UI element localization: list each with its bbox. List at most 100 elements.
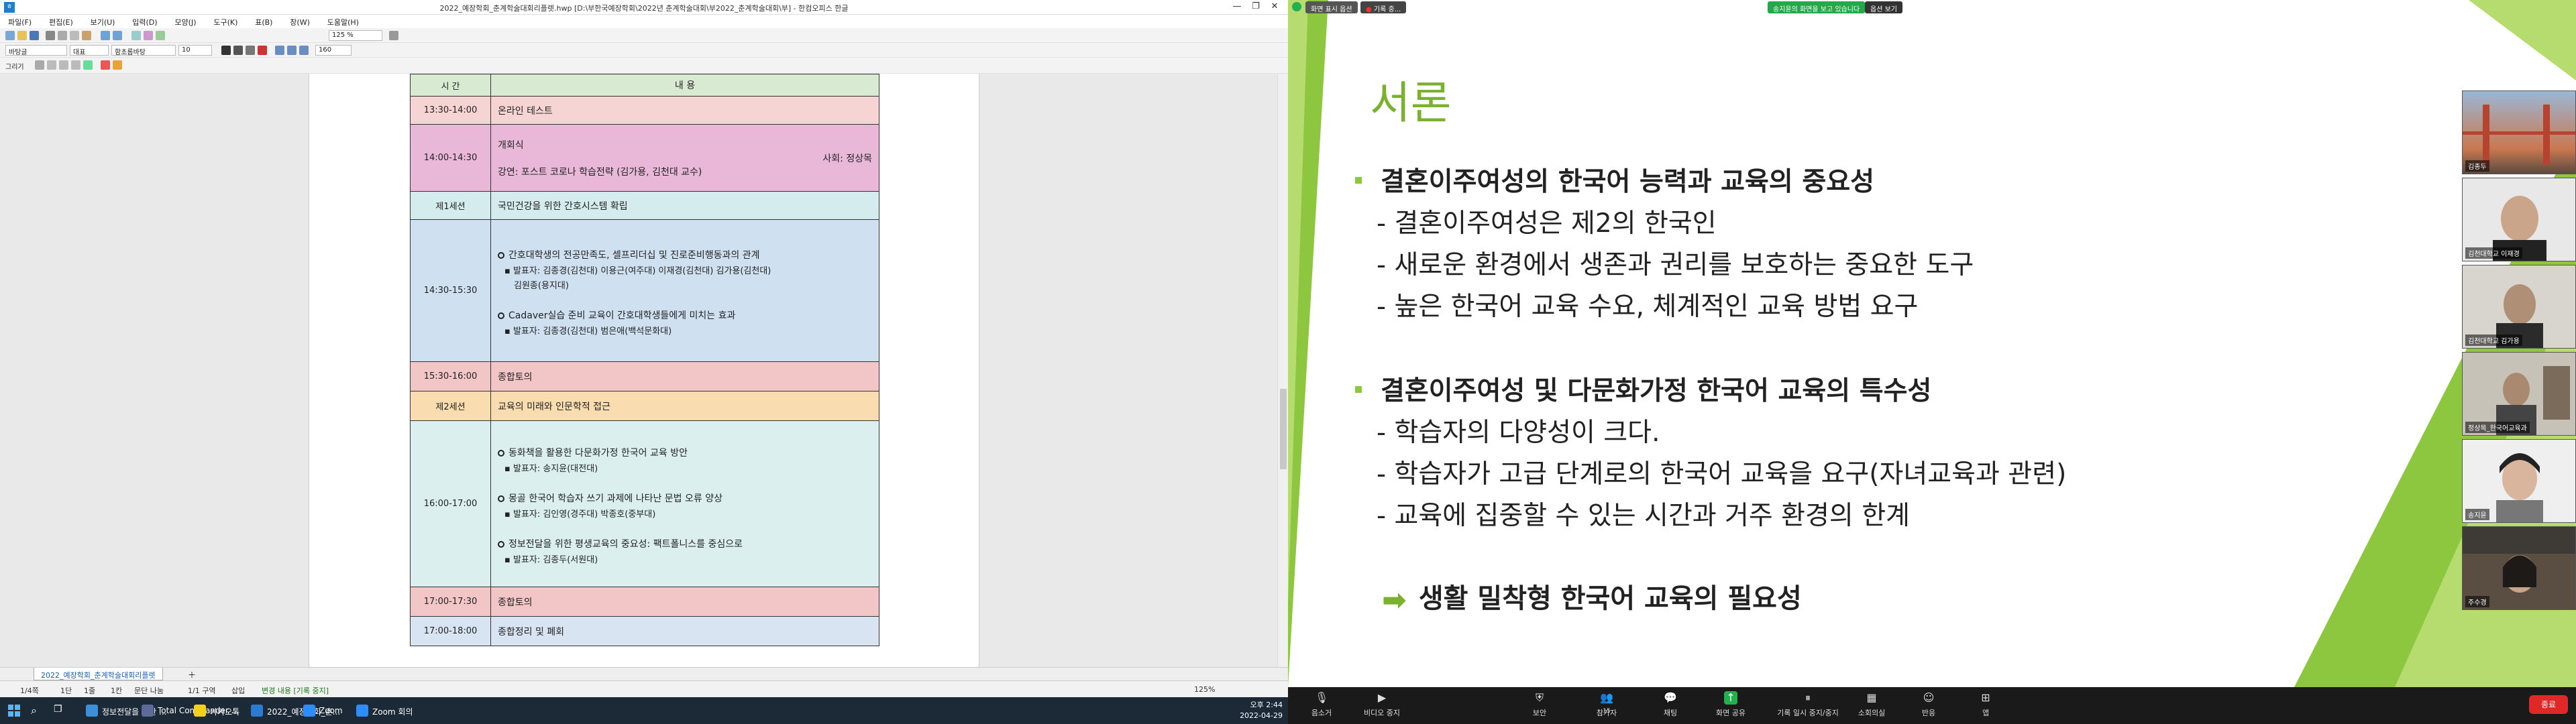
recording-indicator[interactable]: ● 기록 중... xyxy=(1360,1,1407,13)
font-size-dropdown[interactable]: 10 xyxy=(178,45,212,56)
opening-title: 개회식 xyxy=(498,139,524,151)
zoom-meeting-icon xyxy=(356,705,368,717)
video-tile[interactable]: 김천대학교 이재경 xyxy=(2462,178,2576,261)
fill-color-icon[interactable] xyxy=(101,60,110,70)
slide-heading-1: 결혼이주여성의 한국어 능력과 교육의 중요성 xyxy=(1355,161,1874,198)
status-page: 1/4쪽 xyxy=(20,686,39,695)
video-tile[interactable]: 김종두 xyxy=(2462,90,2576,174)
textbox-icon[interactable] xyxy=(83,60,93,70)
shield-icon[interactable] xyxy=(1292,2,1301,11)
taskbar: ⌕ ❐ 정보전달을 위한 ... Total Commander ... 카카오… xyxy=(0,697,1288,724)
minimize-icon[interactable]: — xyxy=(1228,1,1246,13)
talk-item: Cadaver실습 준비 교육이 간호대학생들에게 미치는 효과 xyxy=(498,308,872,322)
sheet-tabs: 2022_예장학회_춘계학술대회리플렛 ＋ xyxy=(0,667,1288,680)
menu-tools[interactable]: 도구(K) xyxy=(205,15,244,27)
menu-insert[interactable]: 입력(D) xyxy=(124,15,164,27)
table-icon[interactable] xyxy=(131,31,141,40)
end-meeting-button[interactable]: 종료 xyxy=(2529,695,2568,714)
apps-button[interactable]: ⊞ 앱 xyxy=(1952,690,2019,722)
zoom-control-bar: 🎙 음소거 ▶ 비디오 중지 ⛨ 보안 👥15 참가자 💬 채팅 ↑ 화면 공유 ⏸ 기록 일… xyxy=(1288,687,2576,724)
ellipse-icon[interactable] xyxy=(59,60,68,70)
print-icon[interactable] xyxy=(46,31,55,40)
image-icon[interactable] xyxy=(144,31,153,40)
row-content: 종합토의 xyxy=(490,587,879,617)
line-spacing-dropdown[interactable]: 160 xyxy=(315,45,352,56)
chat-button[interactable]: 💬 채팅 xyxy=(1637,690,1704,722)
taskbar-item[interactable]: 카카오톡 xyxy=(190,703,244,719)
vertical-scrollbar[interactable] xyxy=(1277,74,1288,667)
align-left-icon[interactable] xyxy=(275,46,284,55)
circle-bullet-icon xyxy=(498,251,504,259)
add-tab-icon[interactable]: ＋ xyxy=(188,669,196,680)
view-options-dropdown[interactable]: 옵션 보기 xyxy=(1865,1,1902,13)
zoom-window: 서론 결혼이주여성의 한국어 능력과 교육의 중요성 - 결혼이주여성은 제2의… xyxy=(1288,0,2576,724)
participants-button[interactable]: 👥15 참가자 xyxy=(1573,690,1640,722)
windows-start-icon[interactable] xyxy=(8,705,20,717)
arc-icon[interactable] xyxy=(71,60,80,70)
italic-icon[interactable] xyxy=(233,46,243,55)
line-icon[interactable] xyxy=(35,60,44,70)
clock[interactable]: 오후 2:44 2022-04-29 xyxy=(1240,700,1283,721)
close-icon[interactable]: ✕ xyxy=(1265,1,1284,13)
cut-icon[interactable] xyxy=(58,31,67,40)
menu-edit[interactable]: 편집(E) xyxy=(41,15,80,27)
font-color-icon[interactable] xyxy=(258,46,267,55)
style-dropdown[interactable]: 바탕글 xyxy=(5,45,67,56)
video-tile[interactable]: 송지윤 xyxy=(2462,439,2576,523)
menu-table[interactable]: 표(B) xyxy=(247,15,279,27)
header-content: 내 용 xyxy=(490,74,879,97)
opening-host: 사회: 정상목 xyxy=(822,153,872,164)
redo-icon[interactable] xyxy=(113,31,122,40)
menu-window[interactable]: 창(W) xyxy=(282,15,317,27)
open-icon[interactable] xyxy=(17,31,27,40)
menu-format[interactable]: 모양(J) xyxy=(166,15,203,27)
security-button[interactable]: ⛨ 보안 xyxy=(1506,690,1573,722)
talk-item: 동화책을 활용한 다문화가정 한국어 교육 방안 xyxy=(498,446,872,459)
lang-dropdown[interactable]: 대표 xyxy=(70,45,109,56)
font-dropdown[interactable]: 함초롬바탕 xyxy=(111,45,176,56)
underline-icon[interactable] xyxy=(246,46,255,55)
session-label: 제1세션 xyxy=(410,191,491,220)
hwp-icon xyxy=(251,705,263,717)
stop-video-button[interactable]: ▶ 비디오 중지 xyxy=(1348,690,1415,722)
line-color-icon[interactable] xyxy=(113,60,122,70)
video-tile[interactable]: 주수경 xyxy=(2462,526,2576,610)
status-zoom[interactable]: 125% xyxy=(1194,685,1215,694)
copy-icon[interactable] xyxy=(70,31,79,40)
zoom-dropdown[interactable]: 125 % xyxy=(329,30,382,41)
view-options-button[interactable]: 화면 표시 옵션 xyxy=(1305,1,1358,13)
mute-button[interactable]: 🎙 음소거 xyxy=(1288,690,1355,722)
chart-icon[interactable] xyxy=(156,31,165,40)
paste-icon[interactable] xyxy=(82,31,91,40)
maximize-icon[interactable]: ❐ xyxy=(1246,1,1265,13)
talk-title: 동화책을 활용한 다문화가정 한국어 교육 방안 xyxy=(508,447,688,459)
share-screen-button[interactable]: ↑ 화면 공유 xyxy=(1697,690,1764,722)
video-tile[interactable]: 정상목_한국어교육과 xyxy=(2462,352,2576,436)
slide-heading-2: 결혼이주여성 및 다문화가정 한국어 교육의 특수성 xyxy=(1355,370,1931,408)
menu-help[interactable]: 도움말(H) xyxy=(319,15,366,27)
undo-icon[interactable] xyxy=(101,31,110,40)
search-icon[interactable]: ⌕ xyxy=(31,704,37,717)
doc-tab[interactable]: 2022_예장학회_춘계학술대회리플렛 xyxy=(34,668,163,680)
bold-icon[interactable] xyxy=(221,46,231,55)
align-right-icon[interactable] xyxy=(299,46,309,55)
scroll-thumb[interactable] xyxy=(1280,389,1287,469)
status-column: 1단 xyxy=(60,686,72,695)
menu-view[interactable]: 보기(U) xyxy=(83,15,122,27)
align-center-icon[interactable] xyxy=(287,46,297,55)
video-tile[interactable]: 김천대학교 김가용 xyxy=(2462,265,2576,349)
page-view-icon[interactable] xyxy=(389,31,398,40)
save-icon[interactable] xyxy=(30,31,39,40)
document-page[interactable]: 시 간 내 용 13:30-14:00 온라인 테스트 14:00-14:30 … xyxy=(309,74,979,667)
menu-file[interactable]: 파일(F) xyxy=(0,15,38,27)
slide-bullet: - 학습자의 다양성이 크다. xyxy=(1377,418,1660,448)
new-doc-icon[interactable] xyxy=(5,31,15,40)
taskbar-item[interactable]: Zoom xyxy=(299,703,347,719)
status-track[interactable]: 변경 내용 [기록 중지] xyxy=(262,685,329,696)
rect-icon[interactable] xyxy=(47,60,56,70)
task-view-icon[interactable]: ❐ xyxy=(54,704,62,715)
hwp-window: ㅎ 2022_예장학회_춘계학술대회리플렛.hwp [D:\부한국예장학회\20… xyxy=(0,0,1288,724)
taskbar-item[interactable]: Zoom 회의 xyxy=(352,703,417,719)
record-pause-button[interactable]: ⏸ 기록 일시 중지/중지 xyxy=(1768,690,1848,722)
status-insert[interactable]: 삽입 xyxy=(231,685,245,696)
